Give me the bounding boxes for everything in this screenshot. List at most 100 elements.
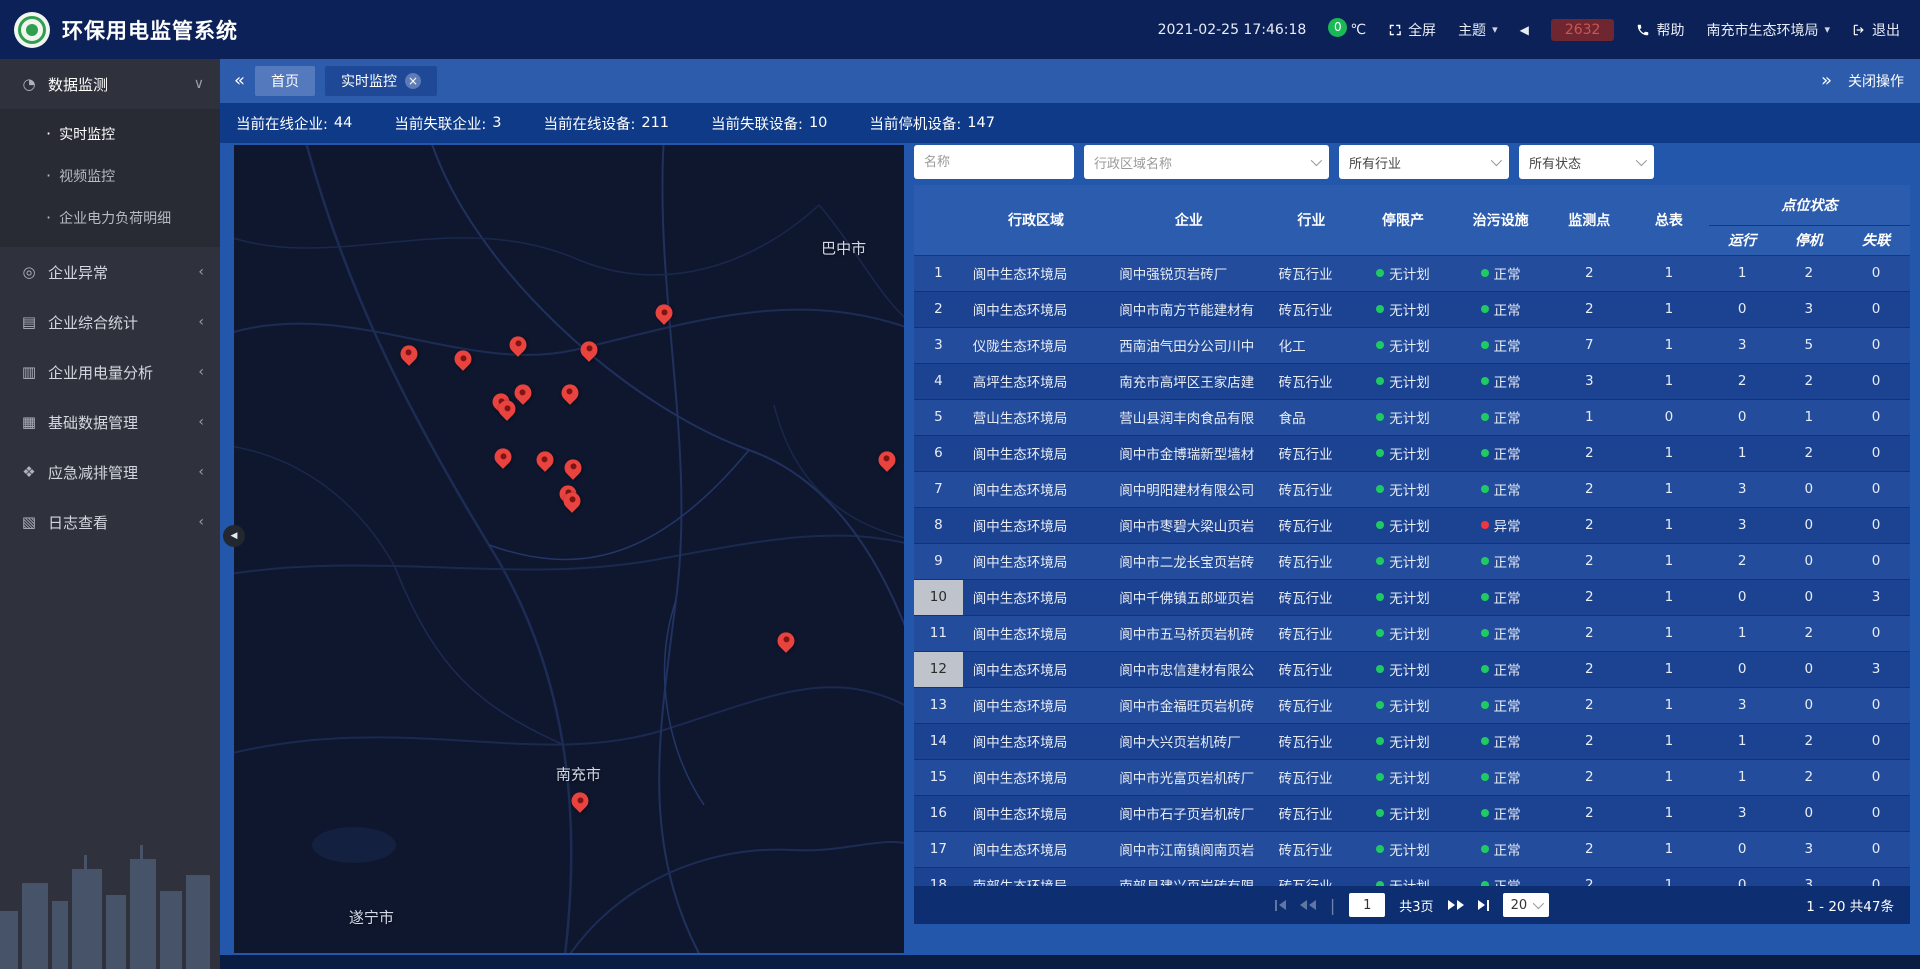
table-row[interactable]: 4高坪生态环境局南充市高坪区王家店建砖瓦行业无计划正常31220 bbox=[914, 363, 1910, 399]
sidebar-item-4[interactable]: ▥企业用电量分析‹ bbox=[0, 347, 220, 397]
map-pin[interactable] bbox=[514, 385, 531, 402]
table-row[interactable]: 18南部生态环境局南部县建兴页岩砖有限砖瓦行业无计划正常21030 bbox=[914, 867, 1910, 886]
table-row[interactable]: 12阆中生态环境局阆中市忠信建材有限公砖瓦行业无计划正常21003 bbox=[914, 651, 1910, 687]
table-row[interactable]: 6阆中生态环境局阆中市金博瑞新型墙材砖瓦行业无计划正常21120 bbox=[914, 435, 1910, 471]
tab-realtime-monitor[interactable]: 实时监控× bbox=[325, 66, 437, 96]
close-icon[interactable]: × bbox=[405, 73, 421, 89]
map-pin[interactable] bbox=[565, 459, 582, 476]
tab-home[interactable]: 首页 bbox=[255, 66, 315, 96]
table-row[interactable]: 11阆中生态环境局阆中市五马桥页岩机砖砖瓦行业无计划正常21120 bbox=[914, 615, 1910, 651]
collapse-sidebar-toggle[interactable]: ◀ bbox=[223, 525, 245, 547]
cell-company: 阆中市江南镇阆南页岩 bbox=[1109, 831, 1268, 867]
limit-status-label: 无计划 bbox=[1389, 447, 1430, 463]
table-row[interactable]: 3仪陇生态环境局西南油气田分公司川中化工无计划正常71350 bbox=[914, 327, 1910, 363]
limit-status-label: 无计划 bbox=[1389, 735, 1430, 751]
map-pin[interactable] bbox=[581, 341, 598, 358]
map-pin[interactable] bbox=[572, 793, 589, 810]
cell-lost: 0 bbox=[1842, 363, 1910, 399]
table-row[interactable]: 1阆中生态环境局阆中强锐页岩砖厂砖瓦行业无计划正常21120 bbox=[914, 255, 1910, 291]
org-dropdown[interactable]: 南充市生态环境局 ▾ bbox=[1706, 20, 1830, 40]
sidebar-item-3[interactable]: ▤企业综合统计‹ bbox=[0, 297, 220, 347]
table-row[interactable]: 5营山生态环境局营山县润丰肉食品有限食品无计划正常10010 bbox=[914, 399, 1910, 435]
alarm-count-badge[interactable]: 2632 bbox=[1551, 19, 1615, 41]
tabs-scroll-right-icon[interactable]: » bbox=[1821, 72, 1832, 90]
cell-region: 高坪生态环境局 bbox=[963, 363, 1109, 399]
tabbar-right: » 关闭操作 bbox=[1821, 71, 1904, 91]
sidebar-item-6[interactable]: ❖应急减排管理‹ bbox=[0, 447, 220, 497]
fullscreen-button[interactable]: 全屏 bbox=[1388, 20, 1436, 40]
map-pin[interactable] bbox=[656, 305, 673, 322]
table-row[interactable]: 7阆中生态环境局阆中明阳建材有限公司砖瓦行业无计划正常21300 bbox=[914, 471, 1910, 507]
page-number-input[interactable] bbox=[1349, 893, 1385, 917]
sidebar-item-5[interactable]: ▦基础数据管理‹ bbox=[0, 397, 220, 447]
sidebar-subitem-1-3[interactable]: ·企业电力负荷明细 bbox=[0, 197, 220, 239]
cell-industry: 食品 bbox=[1269, 399, 1355, 435]
table-row[interactable]: 14阆中生态环境局阆中大兴页岩机砖厂砖瓦行业无计划正常21120 bbox=[914, 723, 1910, 759]
topbar-right: 2021-02-25 17:46:18 0 ℃ 全屏 主题 ▾ ◀ 2632 帮… bbox=[1158, 19, 1900, 41]
first-page-button[interactable] bbox=[1275, 900, 1286, 911]
table-row[interactable]: 8阆中生态环境局阆中市枣碧大梁山页岩砖瓦行业无计划异常21300 bbox=[914, 507, 1910, 543]
table-row[interactable]: 13阆中生态环境局阆中市金福旺页岩机砖砖瓦行业无计划正常21300 bbox=[914, 687, 1910, 723]
cell-running: 1 bbox=[1709, 435, 1776, 471]
map-pin[interactable] bbox=[561, 384, 578, 401]
table-row[interactable]: 9阆中生态环境局阆中市二龙长宝页岩砖砖瓦行业无计划正常21200 bbox=[914, 543, 1910, 579]
map-panel[interactable]: 巴中市南充市遂宁市 ◀ bbox=[234, 145, 904, 953]
sidebar-item-1[interactable]: ◔数据监测∨ bbox=[0, 59, 220, 109]
map-pin[interactable] bbox=[510, 336, 527, 353]
table-row[interactable]: 10阆中生态环境局阆中千佛镇五郎垭页岩砖瓦行业无计划正常21003 bbox=[914, 579, 1910, 615]
industry-filter-select[interactable]: 所有行业 bbox=[1339, 145, 1509, 179]
sidebar-subitem-1-2[interactable]: ·视频监控 bbox=[0, 155, 220, 197]
stat-value: 147 bbox=[967, 115, 995, 131]
cell-monitor-points: 2 bbox=[1549, 543, 1629, 579]
chevron-left-icon: ‹ bbox=[198, 264, 204, 280]
cell-monitor-points: 2 bbox=[1549, 615, 1629, 651]
logout-button[interactable]: 退出 bbox=[1852, 20, 1900, 40]
prev-page-button[interactable] bbox=[1300, 900, 1316, 910]
col-lost: 失联 bbox=[1842, 225, 1910, 255]
map-pin[interactable] bbox=[499, 401, 516, 418]
cell-stopped: 0 bbox=[1775, 507, 1842, 543]
chevron-down-icon bbox=[1491, 155, 1502, 166]
cell-lost: 0 bbox=[1842, 759, 1910, 795]
map-pin[interactable] bbox=[564, 492, 581, 509]
cell-monitor-points: 2 bbox=[1549, 759, 1629, 795]
table-row[interactable]: 2阆中生态环境局阆中市南方节能建材有砖瓦行业无计划正常21030 bbox=[914, 291, 1910, 327]
map-pin[interactable] bbox=[495, 449, 512, 466]
tabs-scroll-left-icon[interactable]: « bbox=[234, 72, 245, 90]
page-size-select[interactable]: 20 bbox=[1503, 893, 1550, 917]
cell-limit-status: 无计划 bbox=[1354, 759, 1452, 795]
last-page-button[interactable] bbox=[1478, 900, 1489, 911]
cell-company: 阆中市五马桥页岩机砖 bbox=[1109, 615, 1268, 651]
announcement-toggle[interactable]: ◀ bbox=[1520, 23, 1529, 37]
sidebar-subitem-1-1[interactable]: ·实时监控 bbox=[0, 113, 220, 155]
cell-company: 阆中市二龙长宝页岩砖 bbox=[1109, 543, 1268, 579]
cell-running: 3 bbox=[1709, 507, 1776, 543]
region-filter-select[interactable]: 行政区域名称 bbox=[1084, 145, 1329, 179]
map-pin[interactable] bbox=[778, 632, 795, 649]
next-page-button[interactable] bbox=[1448, 900, 1464, 910]
sidebar-item-2[interactable]: ◎企业异常‹ bbox=[0, 247, 220, 297]
name-filter-input[interactable] bbox=[914, 145, 1074, 179]
cell-monitor-points: 2 bbox=[1549, 435, 1629, 471]
help-button[interactable]: 帮助 bbox=[1636, 20, 1684, 40]
status-filter-select[interactable]: 所有状态 bbox=[1519, 145, 1654, 179]
chevron-down-icon: ∨ bbox=[194, 76, 204, 92]
close-operations-button[interactable]: 关闭操作 bbox=[1848, 71, 1904, 91]
theme-dropdown[interactable]: 主题 ▾ bbox=[1458, 20, 1498, 40]
stat-value: 211 bbox=[641, 115, 669, 131]
sidebar-item-7[interactable]: ▧日志查看‹ bbox=[0, 497, 220, 547]
table-row[interactable]: 16阆中生态环境局阆中市石子页岩机砖厂砖瓦行业无计划正常21300 bbox=[914, 795, 1910, 831]
map-pin[interactable] bbox=[455, 351, 472, 368]
map-pin[interactable] bbox=[878, 451, 895, 468]
map-roads-decoration bbox=[234, 145, 904, 953]
stat-label: 当前在线企业: bbox=[236, 113, 328, 134]
sidebar-section-4: ▥企业用电量分析‹ bbox=[0, 347, 220, 397]
map-pin[interactable] bbox=[536, 452, 553, 469]
table-row[interactable]: 17阆中生态环境局阆中市江南镇阆南页岩砖瓦行业无计划正常21030 bbox=[914, 831, 1910, 867]
app-root: 环保用电监管系统 2021-02-25 17:46:18 0 ℃ 全屏 主题 ▾… bbox=[0, 0, 1920, 969]
table-row[interactable]: 15阆中生态环境局阆中市光富页岩机砖厂砖瓦行业无计划正常21120 bbox=[914, 759, 1910, 795]
cell-lost: 0 bbox=[1842, 615, 1910, 651]
status-dot bbox=[1376, 521, 1384, 529]
log-icon: ▧ bbox=[18, 513, 40, 531]
map-pin[interactable] bbox=[400, 345, 417, 362]
